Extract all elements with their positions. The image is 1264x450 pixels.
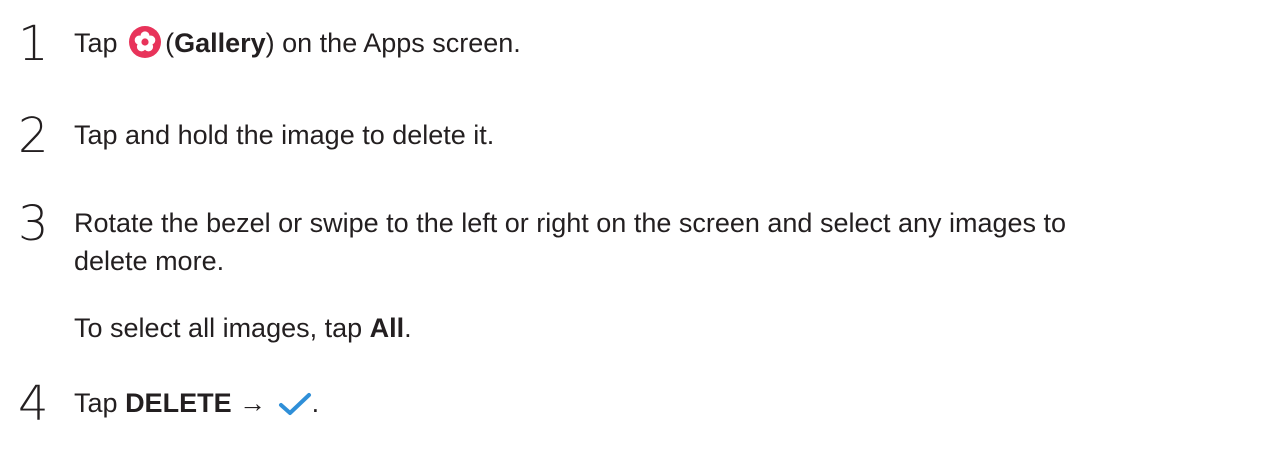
period: . (311, 388, 320, 418)
tap-word: Tap (74, 388, 118, 418)
step-number: 1 (18, 16, 49, 72)
note-prefix: To select all images, tap (74, 313, 363, 343)
step-text: Tap (Gallery) on the Apps screen. (74, 26, 521, 60)
step-text-line-2: delete more. (74, 246, 225, 276)
paren-close: ) (265, 28, 275, 58)
step-1-rest: on the Apps screen. (282, 28, 521, 58)
instruction-steps: 1 Tap (Gallery) on the Apps screen. 2 Ta… (0, 0, 1264, 450)
step-number: 3 (18, 196, 49, 252)
step-text: Tap and hold the image to delete it. (74, 120, 495, 150)
all-option: All (369, 313, 405, 343)
gallery-app-name: Gallery (174, 28, 266, 58)
step-number: 4 (18, 376, 49, 432)
step-text-line-1: Rotate the bezel or swipe to the left or… (74, 208, 1067, 238)
step-note: To select all images, tap All. (74, 311, 412, 345)
checkmark-icon (278, 390, 312, 415)
arrow-glyph: → (239, 388, 267, 418)
delete-option: DELETE (125, 388, 232, 418)
step-number: 2 (18, 108, 49, 164)
paren-open: ( (165, 28, 175, 58)
tap-word: Tap (74, 28, 118, 58)
step-text: Tap DELETE → . (74, 386, 319, 420)
note-suffix: . (404, 313, 412, 343)
gallery-flower-icon (129, 26, 162, 58)
